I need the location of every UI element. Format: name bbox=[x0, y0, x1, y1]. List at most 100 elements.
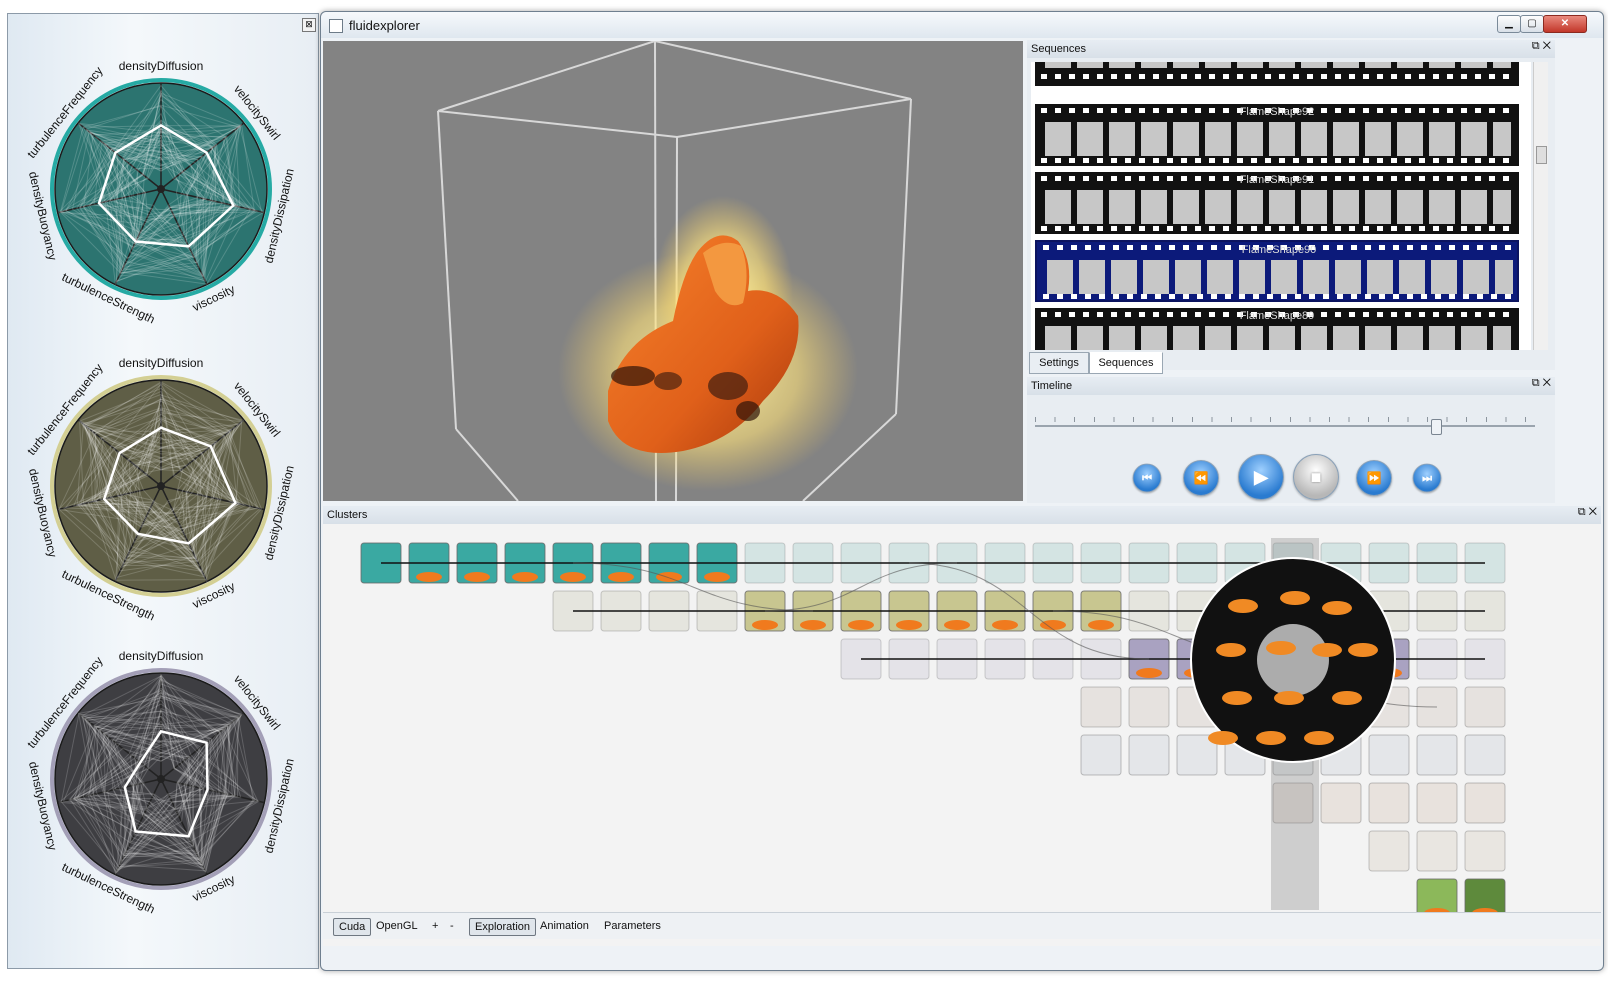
cluster-cell-faded[interactable] bbox=[1464, 686, 1506, 728]
fast-forward-button[interactable]: ⏩ bbox=[1356, 460, 1392, 496]
radar-chart-cluster-olive[interactable]: densityDiffusionvelocitySwirldensityDiss… bbox=[24, 356, 296, 623]
flame-thumbnail bbox=[656, 572, 682, 582]
cluster-cell-faded[interactable] bbox=[1368, 830, 1410, 872]
simulation-viewport[interactable] bbox=[323, 40, 1023, 502]
cluster-cell-frame bbox=[1080, 734, 1122, 776]
cluster-cell-faded[interactable] bbox=[1464, 830, 1506, 872]
cluster-cell-frame bbox=[1080, 686, 1122, 728]
sequence-list[interactable]: FlameShape92 FlameShape91 FlameShape90 F… bbox=[1031, 62, 1531, 350]
play-button[interactable]: ▶ bbox=[1238, 454, 1284, 500]
timeline-dock-buttons[interactable]: ⧉ ✕ bbox=[1532, 377, 1551, 390]
radar-center bbox=[157, 185, 165, 193]
clusters-title: Clusters bbox=[327, 509, 368, 521]
cluster-cell-faded[interactable] bbox=[1368, 782, 1410, 824]
cluster-cell-frame bbox=[1320, 782, 1362, 824]
sequence-item[interactable]: FlameShape92 bbox=[1035, 104, 1519, 166]
magnifier-lens[interactable] bbox=[1190, 557, 1396, 763]
flame-volume bbox=[558, 196, 858, 491]
flame-thumbnail bbox=[704, 572, 730, 582]
timeline-title: Timeline bbox=[1031, 380, 1073, 392]
skip-to-end-button[interactable]: ⏭ bbox=[1412, 463, 1442, 493]
cluster-cell-faded[interactable] bbox=[1368, 734, 1410, 776]
sequence-item[interactable]: FlameShape91 bbox=[1035, 172, 1519, 234]
parameters-mode-button[interactable]: Parameters bbox=[599, 918, 666, 934]
flame-thumbnail bbox=[1332, 691, 1362, 705]
minimize-button[interactable]: ▁ bbox=[1497, 15, 1521, 33]
flame-thumbnail bbox=[464, 572, 490, 582]
cluster-cell-faded[interactable] bbox=[1416, 734, 1458, 776]
cluster-cell-frame bbox=[1128, 686, 1170, 728]
sequences-dock-buttons[interactable]: ⧉ ✕ bbox=[1532, 40, 1551, 53]
scrollbar-thumb[interactable] bbox=[1536, 146, 1547, 164]
flame-thumbnail bbox=[560, 572, 586, 582]
cluster-cell-faded[interactable] bbox=[1464, 782, 1506, 824]
cluster-cell-faded[interactable] bbox=[1080, 686, 1122, 728]
title-bar: fluidexplorer ▁ ▢ ✕ bbox=[321, 12, 1603, 38]
maximize-button[interactable]: ▢ bbox=[1520, 15, 1544, 33]
radar-chart-cluster-teal[interactable]: densityDiffusionvelocitySwirldensityDiss… bbox=[24, 59, 296, 326]
stop-button[interactable]: ■ bbox=[1293, 454, 1339, 500]
cluster-cell-frame bbox=[1416, 830, 1458, 872]
flame-thumbnail bbox=[800, 620, 826, 630]
timeline-slider[interactable] bbox=[1035, 407, 1535, 435]
clusters-dock-title: Clusters bbox=[323, 506, 1601, 524]
flame-thumbnail bbox=[1304, 731, 1334, 745]
radar-charts: densityDiffusionvelocitySwirldensityDiss… bbox=[24, 59, 296, 916]
app-icon bbox=[329, 19, 343, 33]
flame-thumbnail bbox=[752, 620, 778, 630]
cluster-cell-faded[interactable] bbox=[1416, 830, 1458, 872]
sequence-item[interactable]: FlameShape89 bbox=[1035, 308, 1519, 350]
radar-axis-label: densityDiffusion bbox=[119, 59, 204, 73]
close-button[interactable]: ✕ bbox=[1543, 15, 1587, 33]
sequence-item-partial[interactable] bbox=[1035, 62, 1519, 86]
animation-mode-button[interactable]: Animation bbox=[535, 918, 594, 934]
volume-render bbox=[437, 40, 912, 502]
main-window: fluidexplorer ▁ ▢ ✕ Sequences ⧉ ✕ FlameS… bbox=[320, 11, 1604, 971]
radar-chart-cluster-gray[interactable]: densityDiffusionvelocitySwirldensityDiss… bbox=[24, 649, 296, 916]
cluster-cell-frame bbox=[1464, 686, 1506, 728]
cluster-cell-faded[interactable] bbox=[1320, 782, 1362, 824]
cluster-cell-faded[interactable] bbox=[1416, 782, 1458, 824]
cluster-cell-green[interactable] bbox=[1464, 878, 1506, 912]
cluster-cell-frame bbox=[1464, 830, 1506, 872]
opengl-toggle[interactable]: OpenGL bbox=[371, 918, 423, 934]
rewind-button[interactable]: ⏪ bbox=[1183, 460, 1219, 496]
cluster-cell-frame bbox=[1368, 830, 1410, 872]
flame-thumbnail bbox=[1312, 643, 1342, 657]
radar-axis-label: densityDiffusion bbox=[119, 649, 204, 663]
flame-thumbnail bbox=[1322, 601, 1352, 615]
cuda-toggle[interactable]: Cuda bbox=[333, 918, 372, 936]
sequence-item-selected[interactable]: FlameShape90 bbox=[1035, 240, 1519, 302]
flame-thumbnail bbox=[992, 620, 1018, 630]
clusters-dock: Clusters ⧉ ✕ bbox=[323, 506, 1601, 946]
tab-sequences[interactable]: Sequences bbox=[1089, 352, 1163, 374]
flame-thumbnail bbox=[1256, 731, 1286, 745]
flame-thumbnail bbox=[608, 572, 634, 582]
flame-thumbnail bbox=[896, 620, 922, 630]
cluster-graph[interactable] bbox=[323, 524, 1601, 912]
zoom-in-button[interactable]: + bbox=[427, 918, 443, 934]
cluster-cell-green[interactable] bbox=[1416, 878, 1458, 912]
cluster-cell-frame bbox=[1368, 734, 1410, 776]
tab-settings[interactable]: Settings bbox=[1029, 352, 1089, 374]
cluster-cell-faded[interactable] bbox=[1464, 734, 1506, 776]
dock-tabs: Settings Sequences bbox=[1027, 352, 1555, 374]
sequences-title: Sequences bbox=[1031, 43, 1087, 55]
sequence-scrollbar[interactable] bbox=[1533, 62, 1548, 350]
flame-thumbnail bbox=[944, 620, 970, 630]
timeline-handle[interactable] bbox=[1431, 419, 1442, 435]
exploration-mode-button[interactable]: Exploration bbox=[469, 918, 537, 936]
zoom-out-button[interactable]: - bbox=[445, 918, 459, 934]
flame-thumbnail bbox=[1040, 620, 1066, 630]
skip-to-start-button[interactable]: ⏮ bbox=[1132, 463, 1162, 493]
flame-thumbnail bbox=[1228, 599, 1258, 613]
flame-thumbnail bbox=[416, 572, 442, 582]
cluster-cell-faded[interactable] bbox=[1128, 734, 1170, 776]
cluster-cell-frame bbox=[1464, 782, 1506, 824]
sequences-dock: Sequences ⧉ ✕ FlameShape92 FlameShape91 bbox=[1027, 40, 1555, 374]
cluster-cell-faded[interactable] bbox=[1128, 686, 1170, 728]
status-bar: Cuda OpenGL + - Exploration Animation Pa… bbox=[323, 912, 1601, 939]
cluster-cell-faded[interactable] bbox=[1080, 734, 1122, 776]
flame-thumbnail bbox=[1266, 641, 1296, 655]
clusters-dock-buttons[interactable]: ⧉ ✕ bbox=[1578, 506, 1597, 519]
